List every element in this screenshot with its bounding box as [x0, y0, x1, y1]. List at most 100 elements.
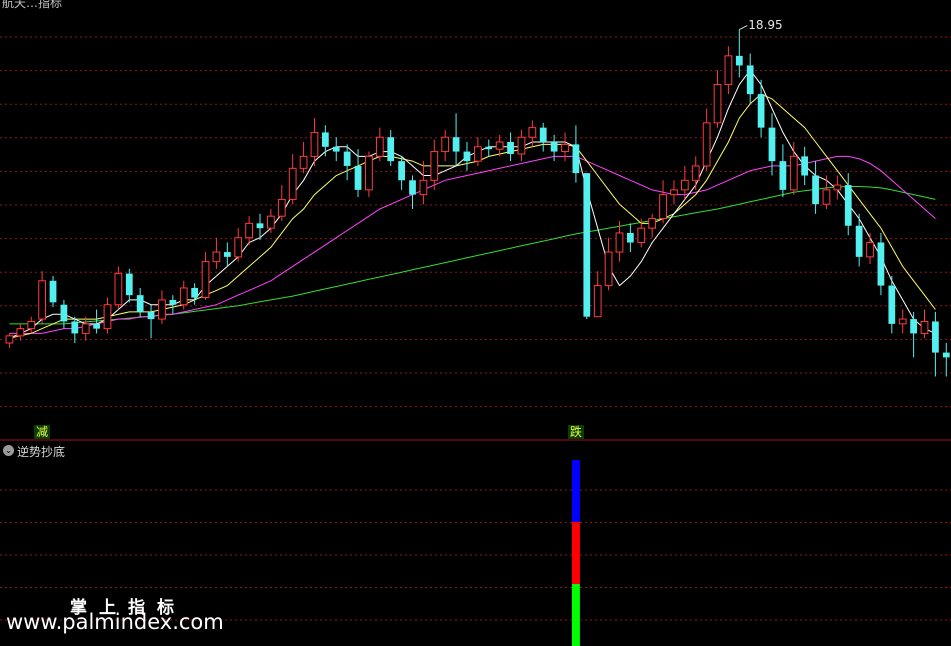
candle-body: [877, 242, 885, 286]
candle-body: [71, 321, 79, 334]
candle-body: [452, 137, 460, 152]
candle-body: [430, 151, 439, 181]
candle-body: [136, 295, 144, 312]
candle-body: [789, 155, 798, 191]
candle-body: [517, 136, 526, 155]
candle-body: [332, 146, 340, 152]
candle-body: [593, 285, 602, 318]
candle-body: [16, 328, 25, 337]
candle-body: [724, 55, 733, 86]
candle-body: [702, 122, 711, 167]
candle-body: [169, 299, 177, 305]
candle-body: [844, 185, 852, 226]
candle-body: [833, 184, 842, 191]
candle-body: [680, 179, 689, 191]
candle-body: [60, 304, 68, 322]
candle-body: [583, 173, 591, 317]
candle-body: [299, 155, 308, 169]
candle-body: [49, 280, 57, 303]
candle-body: [604, 251, 613, 287]
candle-body: [354, 165, 362, 190]
candle-body: [757, 94, 765, 128]
watermark-url: www.palmindex.com: [6, 610, 224, 634]
ma5-line: [9, 69, 936, 339]
signal-bar-segment: [571, 584, 580, 646]
candle-body: [103, 304, 112, 330]
candle-body: [626, 232, 634, 243]
candle-body: [212, 251, 221, 263]
candle-body: [539, 127, 547, 142]
candle-body: [5, 335, 14, 344]
candle-body: [550, 142, 558, 152]
candle-body: [561, 143, 569, 153]
candle-body: [713, 84, 722, 124]
candle-body: [245, 222, 253, 239]
candle-body: [615, 232, 624, 253]
max-price-pointer: [739, 25, 748, 30]
candle-body: [409, 180, 416, 195]
candle-body: [147, 311, 155, 320]
candle-body: [267, 215, 275, 229]
candle-body: [375, 136, 384, 157]
signal-bar-segment: [571, 460, 580, 522]
candle-body: [932, 321, 939, 353]
candle-body: [528, 127, 537, 138]
candle-body: [463, 151, 471, 162]
candle-body: [866, 242, 874, 258]
candle-body: [223, 252, 231, 257]
signal-tag: 跌: [567, 425, 584, 439]
candle-body: [822, 189, 831, 205]
candle-body: [648, 218, 657, 229]
candle-body: [114, 273, 123, 306]
candle-body: [888, 285, 896, 324]
candle-body: [910, 319, 917, 334]
candle-body: [310, 131, 319, 157]
candle-body: [256, 223, 264, 229]
candle-body: [495, 141, 504, 150]
candle-body: [321, 132, 329, 147]
candle-body: [277, 198, 286, 217]
candle-body: [812, 175, 819, 205]
candle-body: [419, 179, 428, 196]
candle-body: [441, 136, 450, 153]
candle-body: [746, 65, 754, 95]
candle-body: [81, 323, 90, 334]
candle-body: [365, 155, 373, 191]
candle-body: [27, 320, 36, 330]
candle-body: [735, 55, 743, 66]
signal-bar-segment: [571, 522, 580, 584]
candle-body: [343, 151, 351, 166]
max-price-label: 18.95: [748, 17, 783, 32]
candle-body: [691, 165, 700, 181]
ma10-line: [9, 93, 936, 339]
candle-body: [779, 161, 787, 190]
main-chart-title: 航天…指标: [2, 0, 63, 10]
candle-body: [473, 146, 482, 162]
candle-body: [288, 167, 297, 200]
candle-body: [659, 194, 667, 220]
candle-body: [93, 323, 100, 329]
candle-body: [768, 127, 776, 162]
candle-body: [898, 318, 907, 325]
candle-body: [801, 156, 809, 176]
candle-body: [38, 280, 47, 320]
candle-body: [387, 137, 395, 162]
candle-body: [125, 273, 133, 296]
candle-body: [942, 352, 950, 358]
signal-tag: 减: [34, 425, 51, 439]
chart-canvas: [0, 25, 951, 646]
candle-body: [158, 299, 166, 320]
candle-body: [920, 320, 929, 334]
candle-body: [191, 287, 199, 298]
candle-body: [572, 144, 580, 174]
candle-body: [855, 225, 863, 257]
candle-body: [637, 227, 646, 243]
candle-body: [179, 287, 188, 306]
candle-body: [234, 237, 243, 258]
candle-body: [485, 146, 493, 150]
candle-body: [201, 261, 210, 299]
indicator-title[interactable]: 逆势抄底: [17, 443, 65, 460]
candle-body: [507, 142, 514, 154]
candle-body: [670, 189, 678, 196]
chevron-down-icon[interactable]: ⌄: [3, 445, 14, 456]
